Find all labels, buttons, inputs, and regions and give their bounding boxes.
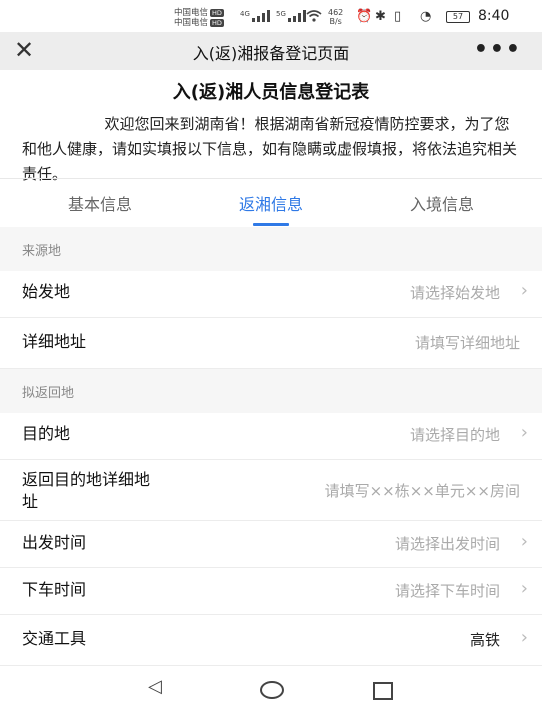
signal-icon-2 <box>288 10 306 22</box>
carrier-2-label: 中国电信 <box>174 18 209 28</box>
section-source: 来源地 <box>0 227 542 271</box>
page-title: 入(返)湘报备登记页面 <box>192 44 350 63</box>
chevron-right-icon: › <box>520 578 528 599</box>
transport-label: 交通工具 <box>22 629 87 648</box>
dest-detail-row[interactable]: 返回目的地详细地 址 请填写××栋××单元××房间 <box>0 460 542 521</box>
depart-time-row[interactable]: 出发时间 请选择出发时间 › <box>0 521 542 568</box>
origin-row[interactable]: 始发地 请选择始发地 › <box>0 271 542 318</box>
dest-detail-label-line1: 返回目的地详细地 <box>22 470 151 489</box>
alarm-icon: ⏰ <box>356 9 373 24</box>
origin-label: 始发地 <box>22 282 71 301</box>
transport-row[interactable]: 交通工具 高铁 › <box>0 615 542 666</box>
network-5g-label: 5G <box>276 10 286 18</box>
intro-text: 欢迎您回来到湖南省！根据湖南省新冠疫情防控要求，为了您和他人健康，请如实填报以下… <box>22 115 518 183</box>
arrive-time-row[interactable]: 下车时间 请选择下车时间 › <box>0 568 542 615</box>
detail-address-row[interactable]: 详细地址 请填写详细地址 <box>0 318 542 369</box>
tab-return-info[interactable]: 返湘信息 <box>201 191 341 215</box>
status-time: 8:40 <box>478 8 510 24</box>
recent-apps-icon[interactable] <box>373 682 393 700</box>
carrier-2: 中国电信 HD <box>174 18 224 28</box>
dest-detail-input[interactable]: 请填写××栋××单元××房间 <box>325 480 520 501</box>
nav-bar: ✕ 入(返)湘报备登记页面 ••• <box>0 32 542 70</box>
tab-bar: 基本信息 返湘信息 入境信息 <box>0 178 542 228</box>
wifi-icon <box>306 10 322 22</box>
status-bar: 中国电信 HD 中国电信 HD 4G 5G 462 B/s ⏰ ✱ ▯ ◔ 57 8:… <box>0 0 542 32</box>
form-title: 入(返)湘人员信息登记表 <box>172 82 370 103</box>
carrier-1: 中国电信 HD <box>174 8 224 18</box>
bluetooth-icon: ✱ <box>375 9 386 24</box>
hd-badge-1: HD <box>210 8 224 17</box>
transport-select[interactable]: 高铁 <box>470 629 500 650</box>
destination-row[interactable]: 目的地 请选择目的地 › <box>0 413 542 460</box>
nfc-icon: ◔ <box>420 9 432 24</box>
section-destination: 拟返回地 <box>0 369 542 413</box>
battery-icon: 57 <box>446 11 470 23</box>
arrive-time-label: 下车时间 <box>22 580 87 599</box>
origin-select[interactable]: 请选择始发地 <box>410 282 500 303</box>
system-nav-bar: ◁ <box>0 668 542 710</box>
depart-time-select[interactable]: 请选择出发时间 <box>395 533 500 554</box>
back-icon[interactable]: ◁ <box>148 676 162 697</box>
active-tab-indicator <box>253 223 289 226</box>
home-icon[interactable] <box>260 681 284 699</box>
chevron-right-icon: › <box>520 627 528 648</box>
destination-select[interactable]: 请选择目的地 <box>410 424 500 445</box>
tab-entry-info[interactable]: 入境信息 <box>372 191 512 215</box>
arrive-time-select[interactable]: 请选择下车时间 <box>395 580 500 601</box>
detail-address-label: 详细地址 <box>22 332 87 351</box>
speed-value: 462 <box>328 8 344 17</box>
hd-badge-2: HD <box>210 18 224 27</box>
tab-basic-info[interactable]: 基本信息 <box>30 191 170 215</box>
dest-detail-label-line2: 址 <box>22 492 39 511</box>
destination-label: 目的地 <box>22 424 71 443</box>
section-destination-label: 拟返回地 <box>22 386 75 401</box>
vibrate-icon: ▯ <box>394 9 402 24</box>
speed-unit: B/s <box>329 17 342 26</box>
network-4g-label: 4G <box>240 10 250 18</box>
depart-time-label: 出发时间 <box>22 533 87 552</box>
dest-detail-label: 返回目的地详细地 址 <box>22 469 150 513</box>
chevron-right-icon: › <box>520 531 528 552</box>
carrier-1-label: 中国电信 <box>174 8 209 18</box>
more-icon[interactable]: ••• <box>474 36 522 64</box>
signal-icon-1 <box>252 10 270 22</box>
detail-address-input[interactable]: 请填写详细地址 <box>415 332 520 353</box>
chevron-right-icon: › <box>520 422 528 443</box>
section-source-label: 来源地 <box>22 244 62 259</box>
chevron-right-icon: › <box>520 280 528 301</box>
network-speed: 462 B/s <box>328 8 343 26</box>
